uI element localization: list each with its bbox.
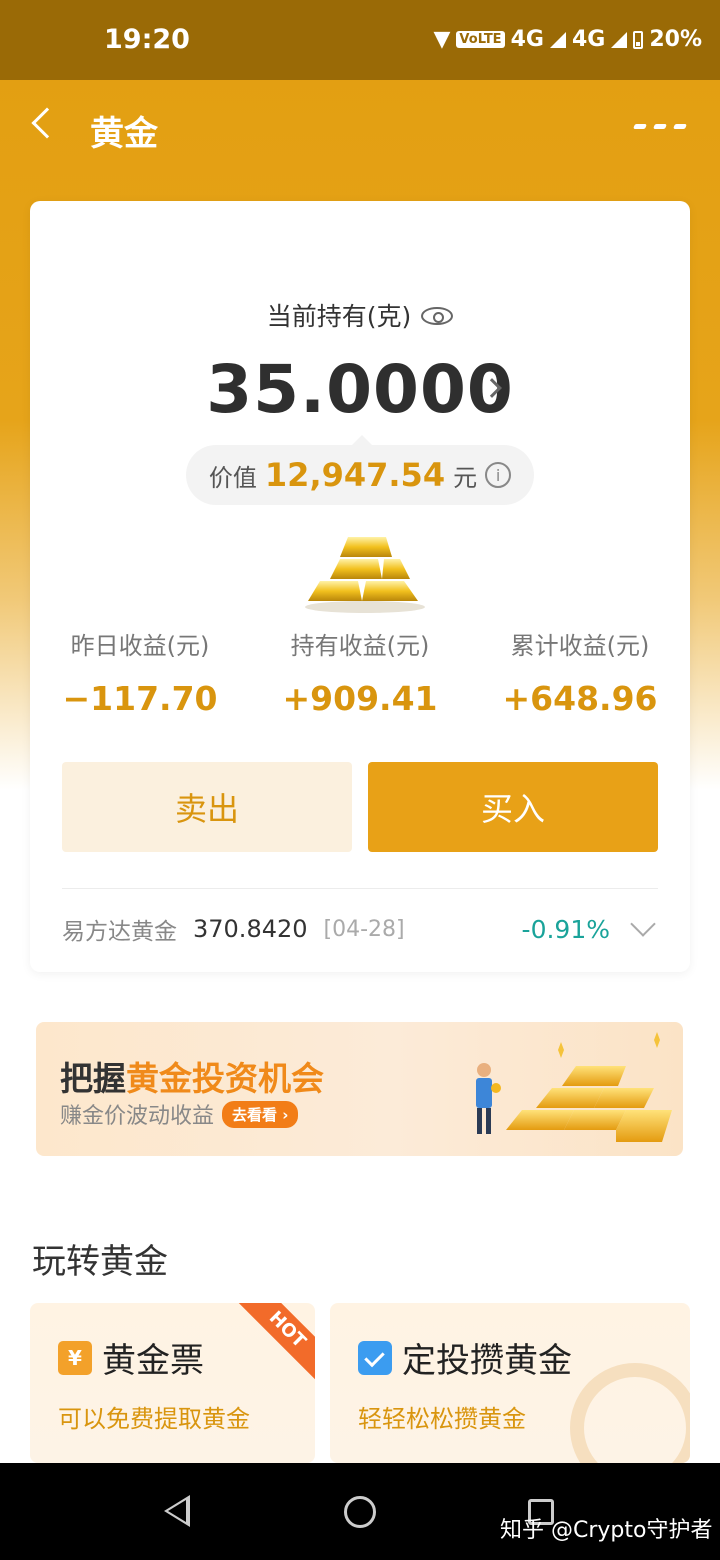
holding-value-pill: 价值 12,947.54 元 i	[186, 435, 534, 505]
stat-label: 累计收益(元)	[510, 632, 650, 660]
hot-badge: HOT	[233, 1303, 315, 1384]
holding-label-row: 当前持有(克)	[30, 297, 690, 333]
battery-percent: 20%	[649, 27, 702, 52]
banner-cta-button[interactable]: 去看看 ›	[222, 1100, 299, 1128]
nav-home-icon[interactable]	[344, 1496, 376, 1528]
banner-title-highlight: 黄金投资机会	[126, 1059, 324, 1098]
fund-name: 易方达黄金	[62, 919, 177, 945]
fund-row[interactable]: 易方达黄金 370.8420 [04-28] -0.91%	[62, 909, 658, 949]
watermark: 知乎 @Crypto守护者	[500, 1518, 713, 1543]
stat-value: +648.96	[502, 679, 658, 718]
fund-change: -0.91%	[521, 914, 610, 944]
tile-title: 定投攒黄金	[402, 1341, 572, 1381]
banner-title-prefix: 把握	[60, 1059, 126, 1098]
value-unit: 元	[453, 463, 478, 492]
fund-nav: 370.8420	[193, 915, 308, 943]
holding-card: 当前持有(克) 35.0000 价值 12,947.54 元 i 昨日收益(元)…	[30, 201, 690, 972]
signal-icon	[549, 31, 566, 48]
divider	[62, 888, 658, 889]
value-amount: 12,947.54	[264, 456, 446, 494]
nav-bar: 黄金	[0, 80, 720, 176]
stat-value: +909.41	[282, 679, 438, 718]
section-title: 玩转黄金	[32, 1242, 168, 1282]
calendar-check-icon	[358, 1340, 392, 1375]
stat-holding: 持有收益(元) +909.41	[250, 626, 470, 718]
more-options-icon[interactable]	[633, 124, 687, 129]
page-title: 黄金	[90, 114, 158, 154]
gold-ticket-tile[interactable]: HOT ¥ 黄金票 可以免费提取黄金	[30, 1303, 315, 1463]
network-type-2: 4G	[571, 27, 606, 52]
stat-value: −117.70	[62, 679, 218, 718]
battery-icon	[633, 30, 644, 49]
earnings-stats: 昨日收益(元) −117.70 持有收益(元) +909.41 累计收益(元) …	[30, 626, 690, 718]
holding-grams-value: 35.0000	[206, 351, 514, 428]
stat-yesterday: 昨日收益(元) −117.70	[30, 626, 250, 718]
stopwatch-icon	[570, 1363, 690, 1463]
buy-button[interactable]: 买入	[368, 762, 658, 852]
holding-grams[interactable]: 35.0000	[30, 351, 690, 428]
banner-subtitle: 赚金价波动收益	[60, 1104, 215, 1129]
info-icon[interactable]: i	[485, 462, 512, 488]
signal-icon	[611, 31, 628, 48]
stat-cumulative: 累计收益(元) +648.96	[470, 626, 690, 718]
tile-subtitle: 可以免费提取黄金	[58, 1405, 250, 1433]
tile-subtitle: 轻轻松松攒黄金	[358, 1405, 526, 1433]
banner-subtitle-row: 赚金价波动收益 去看看 ›	[60, 1098, 299, 1130]
tile-title-row: ¥ 黄金票	[58, 1333, 204, 1382]
eye-icon[interactable]	[421, 307, 454, 325]
gold-auto-invest-tile[interactable]: 定投攒黄金 轻轻松松攒黄金	[330, 1303, 690, 1463]
network-type-1: 4G	[510, 27, 544, 52]
fund-date: [04-28]	[323, 916, 405, 942]
banner-title: 把握黄金投资机会	[60, 1052, 324, 1100]
wifi-icon: ▼	[433, 27, 451, 52]
volte-badge: VoLTE	[456, 31, 505, 48]
status-icons: ▼ VoLTE 4G 4G 20%	[433, 27, 702, 52]
promo-banner[interactable]: 把握黄金投资机会 赚金价波动收益 去看看 ›	[36, 1022, 683, 1156]
holding-label: 当前持有(克)	[266, 302, 412, 331]
chevron-down-icon[interactable]	[630, 911, 656, 937]
stat-label: 昨日收益(元)	[70, 632, 210, 660]
back-arrow-icon[interactable]	[31, 107, 63, 139]
status-bar: 19:20 ▼ VoLTE 4G 4G 20%	[0, 0, 720, 80]
stat-label: 持有收益(元)	[290, 632, 430, 660]
gold-bars-illustration	[476, 1032, 672, 1142]
gold-bars-image	[305, 537, 425, 613]
ticket-icon: ¥	[58, 1340, 92, 1375]
value-label: 价值	[208, 463, 257, 492]
sell-button[interactable]: 卖出	[62, 762, 352, 852]
tile-title-row: 定投攒黄金	[358, 1333, 572, 1382]
tile-title: 黄金票	[102, 1341, 204, 1381]
nav-back-icon[interactable]	[164, 1495, 190, 1527]
status-time: 19:20	[104, 24, 190, 55]
